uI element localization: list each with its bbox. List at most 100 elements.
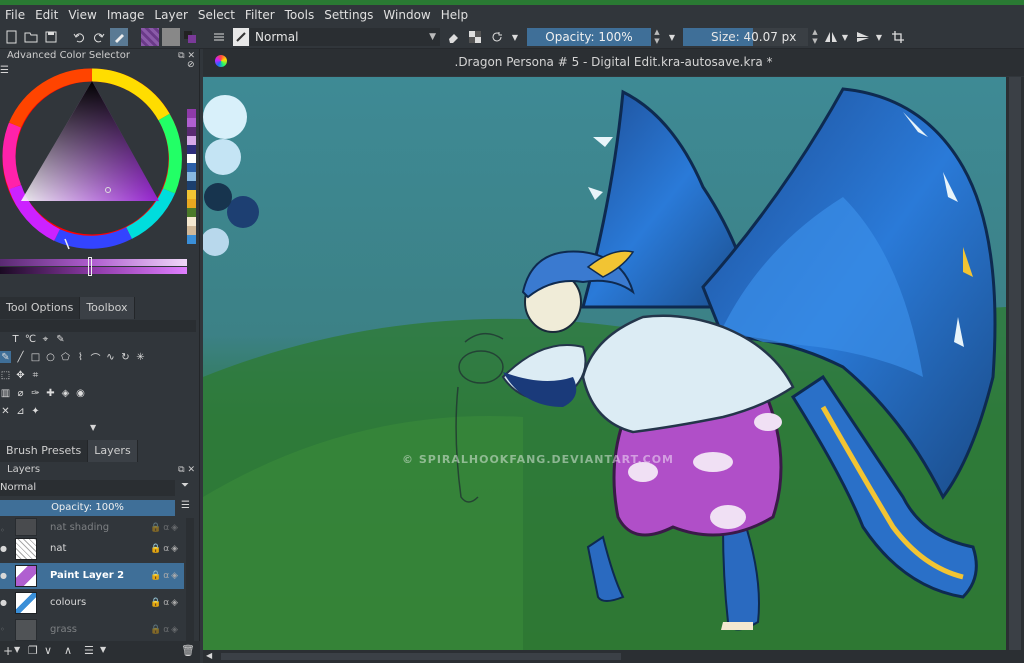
- gradient-tool-icon[interactable]: ▥: [0, 387, 11, 399]
- enclose-fill-icon[interactable]: ◉: [75, 387, 86, 399]
- layer-properties-icon[interactable]: 🔒α◈: [150, 563, 180, 589]
- chevron-down-icon[interactable]: ▼: [510, 28, 520, 46]
- assistant-tool-icon[interactable]: ✕: [0, 405, 11, 417]
- layer-row[interactable]: ◦ nat shading 🔒α◈: [0, 518, 184, 538]
- menu-file[interactable]: File: [0, 5, 30, 25]
- menu-tools[interactable]: Tools: [280, 5, 320, 25]
- horizontal-scrollbar[interactable]: ◀: [203, 650, 1024, 663]
- transform-tool-icon[interactable]: ⬚: [0, 369, 11, 381]
- swatch[interactable]: [187, 181, 196, 190]
- line-tool-icon[interactable]: ╱: [15, 351, 26, 363]
- chevron-down-icon[interactable]: ▼: [874, 28, 884, 46]
- layer-row[interactable]: ● colours 🔒α◈: [0, 590, 184, 616]
- add-layer-icon[interactable]: +: [3, 644, 13, 658]
- undo-icon[interactable]: [72, 28, 86, 46]
- menu-window[interactable]: Window: [378, 5, 435, 25]
- ellipse-tool-icon[interactable]: ○: [45, 351, 56, 363]
- tab-tool-options[interactable]: Tool Options: [0, 297, 81, 319]
- duplicate-layer-icon[interactable]: ❐: [28, 644, 38, 657]
- swatch[interactable]: [187, 145, 196, 154]
- edit-shapes-icon[interactable]: ⌖: [40, 333, 51, 345]
- swatch[interactable]: [187, 163, 196, 172]
- chevron-down-icon[interactable]: ▼: [100, 645, 106, 654]
- new-document-icon[interactable]: [5, 28, 19, 46]
- polyline-tool-icon[interactable]: ⌇: [75, 351, 86, 363]
- chevron-down-icon[interactable]: ▼: [14, 645, 20, 654]
- measure-tool-icon[interactable]: ⊿: [15, 405, 26, 417]
- swatch[interactable]: [187, 199, 196, 208]
- brush-settings-icon[interactable]: [212, 28, 226, 46]
- eraser-mode-icon[interactable]: [446, 28, 460, 46]
- color-swap-icon[interactable]: [183, 28, 197, 46]
- mirror-horizontal-icon[interactable]: [824, 28, 838, 46]
- chevron-down-icon[interactable]: ▼: [90, 423, 96, 432]
- slider-handle[interactable]: [88, 257, 92, 276]
- color-history-palette[interactable]: [187, 109, 196, 244]
- layer-row-selected[interactable]: ● Paint Layer 2 🔒α◈: [0, 563, 184, 589]
- swatch[interactable]: [187, 127, 196, 136]
- eye-icon[interactable]: ●: [0, 598, 7, 607]
- move-up-icon[interactable]: ∧: [64, 644, 72, 657]
- size-spin-icon[interactable]: ▲ ▼: [810, 28, 820, 46]
- preserve-alpha-icon[interactable]: [468, 28, 482, 46]
- menu-view[interactable]: View: [63, 5, 101, 25]
- scrollbar-thumb[interactable]: [221, 653, 621, 660]
- no-color-icon[interactable]: ⊘: [187, 60, 195, 70]
- multibrush-icon[interactable]: ✳: [135, 351, 146, 363]
- brush-preset-icon[interactable]: [233, 28, 249, 46]
- hue-slider[interactable]: [0, 259, 187, 266]
- gradient-pattern-icon[interactable]: [141, 28, 159, 46]
- document-title[interactable]: .Dragon Persona # 5 - Digital Edit.kra-a…: [203, 49, 1024, 76]
- blend-mode-dropdown[interactable]: Normal ▼: [250, 28, 440, 46]
- swatch[interactable]: [187, 172, 196, 181]
- rectangle-tool-icon[interactable]: □: [30, 351, 41, 363]
- crop-tool-icon[interactable]: ⌗: [30, 369, 41, 381]
- text-tool-icon[interactable]: T: [10, 333, 21, 345]
- calligraphy-tool-icon[interactable]: ℃: [25, 333, 36, 345]
- eye-icon[interactable]: ●: [0, 544, 7, 553]
- reference-tool-icon[interactable]: ✦: [30, 405, 41, 417]
- tab-layers[interactable]: Layers: [88, 440, 138, 462]
- tab-brush-presets[interactable]: Brush Presets: [0, 440, 89, 462]
- layer-properties-icon[interactable]: 🔒α◈: [150, 617, 180, 643]
- polygon-tool-icon[interactable]: ⬠: [60, 351, 71, 363]
- save-icon[interactable]: [44, 28, 58, 46]
- swatch[interactable]: [187, 118, 196, 127]
- swatch[interactable]: [187, 235, 196, 244]
- swatch[interactable]: [187, 136, 196, 145]
- menu-settings[interactable]: Settings: [319, 5, 378, 25]
- tab-toolbox[interactable]: Toolbox: [80, 297, 135, 319]
- swatch[interactable]: [187, 154, 196, 163]
- swatch[interactable]: [187, 208, 196, 217]
- mirror-vertical-icon[interactable]: [856, 28, 870, 46]
- pattern-icon[interactable]: [162, 28, 180, 46]
- menu-filter[interactable]: Filter: [240, 5, 280, 25]
- brush-tool-icon[interactable]: ✎: [0, 351, 11, 363]
- swatch[interactable]: [187, 190, 196, 199]
- menu-help[interactable]: Help: [436, 5, 473, 25]
- menu-layer[interactable]: Layer: [149, 5, 192, 25]
- layer-properties-icon[interactable]: 🔒α◈: [150, 536, 180, 562]
- layer-row[interactable]: ◦ grass 🔒α◈: [0, 617, 184, 643]
- menu-image[interactable]: Image: [102, 5, 150, 25]
- layer-row[interactable]: ● nat 🔒α◈: [0, 536, 184, 562]
- layer-properties-icon[interactable]: 🔒α◈: [150, 518, 180, 538]
- swatch[interactable]: [187, 226, 196, 235]
- swatch[interactable]: [187, 109, 196, 118]
- layer-opacity-slider[interactable]: Opacity: 100%: [0, 500, 175, 516]
- scrollbar-thumb[interactable]: [1009, 77, 1021, 650]
- chevron-down-icon[interactable]: ▼: [840, 28, 850, 46]
- layers-scrollbar[interactable]: [186, 518, 194, 646]
- freehand-brush-icon[interactable]: [110, 28, 128, 46]
- dynamic-brush-icon[interactable]: ↻: [120, 351, 131, 363]
- menu-select[interactable]: Select: [193, 5, 240, 25]
- menu-edit[interactable]: Edit: [30, 5, 63, 25]
- layer-properties-icon[interactable]: 🔒α◈: [150, 590, 180, 616]
- delete-layer-icon[interactable]: 🗑: [181, 644, 195, 657]
- open-document-icon[interactable]: [24, 28, 38, 46]
- eye-icon[interactable]: ◦: [0, 526, 6, 535]
- opacity-slider[interactable]: Opacity: 100%: [527, 28, 651, 46]
- properties-icon[interactable]: ☰: [84, 644, 94, 657]
- layer-options-icon[interactable]: ☰: [181, 500, 190, 511]
- chevron-down-icon[interactable]: ▼: [667, 28, 677, 46]
